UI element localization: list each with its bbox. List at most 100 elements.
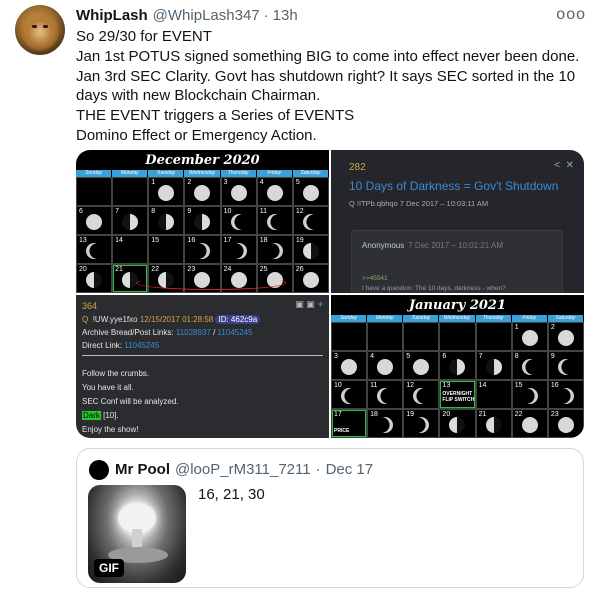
weekday-label: Friday	[512, 315, 548, 322]
day-number: 21	[478, 411, 487, 418]
calendar-day-cell: 17	[220, 235, 257, 264]
calendar-day-cell: 12	[403, 380, 440, 409]
drop-meta: Q !ITPb.qbhqo 7 Dec 2017 – 10:03:11 AM	[349, 199, 489, 208]
day-number: 18	[259, 237, 268, 244]
quoted-author-handle: @looP_rM311_7211	[175, 461, 311, 478]
day-number: 5	[406, 353, 411, 360]
q-label: Q	[82, 315, 89, 324]
author-handle[interactable]: @WhipLash347	[153, 7, 260, 24]
calendar-weekday-header: Sunday Monday Tuesday Wednesday Thursday Frid…	[331, 315, 584, 322]
calendar-day-cell: 2	[184, 177, 221, 206]
day-number: 23	[550, 411, 559, 418]
tweet-text-line: days with new Blockchain Chairman.	[76, 87, 321, 105]
quoted-gif-thumbnail[interactable]: GIF	[88, 485, 186, 583]
calendar-day-cell: 9	[184, 206, 221, 235]
calendar-day-cell	[439, 322, 476, 351]
quoted-tweet-header: Mr Pool @looP_rM311_7211 · Dec 17	[115, 461, 373, 478]
calendar-day-cell	[403, 322, 440, 351]
moon-phase-icon	[557, 416, 574, 433]
moon-phase-icon	[122, 271, 139, 288]
media-image-qpost-364[interactable]: 364 ▣ ▣ + Q !UW.yye1fxo 12/15/2017 01:28:…	[76, 295, 329, 438]
quoted-author-avatar[interactable]	[89, 460, 109, 480]
quoted-anon-post: Anonymous 7 Dec 2017 – 10:01:21 AM >>4554…	[351, 230, 563, 293]
moon-phase-icon	[194, 213, 211, 230]
share-icon: < ✕	[554, 160, 574, 171]
media-image-january-calendar[interactable]: January 2021 Sunday Monday Tuesday Wednesda…	[331, 295, 584, 438]
weekday-label: Sunday	[331, 315, 368, 322]
day-number: 12	[406, 382, 415, 389]
weekday-label: Tuesday	[403, 315, 440, 322]
day-number: 4	[370, 353, 375, 360]
moon-phase-icon	[521, 358, 538, 375]
more-options-icon[interactable]: ooo	[556, 6, 586, 24]
post-number: 364	[82, 301, 98, 311]
media-image-december-calendar[interactable]: December 2020 Sunday Monday Tuesday Wednesd…	[76, 150, 329, 293]
anon-text: I have a question: The 10 days, darkness…	[362, 285, 506, 292]
day-number: 13	[442, 382, 451, 389]
calendar-day-cell: 10	[331, 380, 368, 409]
post-body-line: Follow the crumbs.	[82, 369, 150, 378]
tweet-timestamp[interactable]: 13h	[273, 7, 298, 24]
direct-link-label: Direct Link:	[82, 341, 123, 350]
direct-link-line: Direct Link: 11045245	[82, 341, 159, 350]
day-number: 7	[115, 208, 120, 215]
day-number: 12	[295, 208, 304, 215]
calendar-day-cell: 8	[511, 351, 548, 380]
moon-phase-icon	[413, 358, 430, 375]
calendar-days-grid: 1 2 3 4 5 6 7 8 9 10 11 12 13 OVERNIGHT FLIP SWITCH 14…	[331, 322, 584, 438]
day-number: 15	[514, 382, 523, 389]
day-number: 10	[334, 382, 342, 389]
media-grid: December 2020 Sunday Monday Tuesday Wednesd…	[76, 150, 584, 438]
moon-phase-icon	[377, 358, 394, 375]
post-id-badge: ID: 462c9a	[215, 315, 261, 324]
day-number: 6	[79, 208, 83, 215]
calendar-day-cell: 7	[112, 206, 149, 235]
calendar-day-cell	[112, 177, 149, 206]
moon-phase-icon	[266, 184, 283, 201]
day-number: 19	[295, 237, 304, 244]
red-annotation-line	[136, 276, 286, 290]
calendar-day-cell: 14	[475, 380, 512, 409]
calendar-day-cell: 5	[403, 351, 440, 380]
media-image-qdrop-282[interactable]: 282 < ✕ 10 Days of Darkness = Gov't Shut…	[331, 150, 584, 293]
dark-highlight: Dark	[82, 411, 101, 420]
moon-phase-icon	[557, 358, 574, 375]
author-name[interactable]: WhipLash	[76, 7, 148, 24]
archive-link: 11045245	[217, 328, 253, 337]
day-number: 8	[514, 353, 519, 360]
quoted-author-name: Mr Pool	[115, 461, 170, 478]
author-avatar[interactable]	[15, 5, 65, 55]
calendar-day-cell	[475, 322, 512, 351]
separator-dot: ·	[315, 461, 321, 478]
post-tool-icons: ▣ ▣ +	[295, 299, 323, 309]
day-number: 1	[151, 179, 156, 186]
weekday-label: Monday	[367, 315, 404, 322]
day-number: 15	[151, 237, 160, 244]
post-body-line: Dark [10].	[82, 411, 119, 420]
calendar-day-cell: 9	[547, 351, 584, 380]
post-body-line: You have it all.	[82, 383, 134, 392]
calendar-day-cell: 3	[220, 177, 257, 206]
avatar-eye	[32, 25, 37, 28]
tweet-text-line: Domino Effect or Emergency Action.	[76, 126, 317, 144]
calendar-day-cell: 15	[511, 380, 548, 409]
day-number: 9	[187, 208, 192, 215]
moon-phase-icon	[377, 416, 394, 433]
calendar-day-cell: 23	[547, 409, 584, 438]
day-number: 2	[550, 324, 555, 331]
calendar-day-cell: 12	[292, 206, 329, 235]
day-number: 25	[259, 266, 268, 273]
quoted-tweet[interactable]: Mr Pool @looP_rM311_7211 · Dec 17 GIF 16…	[76, 448, 584, 588]
day-number: 4	[259, 179, 264, 186]
moon-phase-icon	[485, 416, 502, 433]
day-number: 3	[223, 179, 228, 186]
moon-phase-icon	[302, 271, 319, 288]
post-body-line: Enjoy the show!	[82, 425, 139, 434]
day-number: 26	[295, 266, 304, 273]
day-number: 17	[334, 411, 342, 418]
tweet-text-line: So 29/30 for EVENT	[76, 28, 212, 45]
day-number: 8	[151, 208, 156, 215]
moon-phase-icon	[302, 213, 319, 230]
calendar-day-cell: 1	[511, 322, 548, 351]
day-number: 24	[223, 266, 232, 273]
